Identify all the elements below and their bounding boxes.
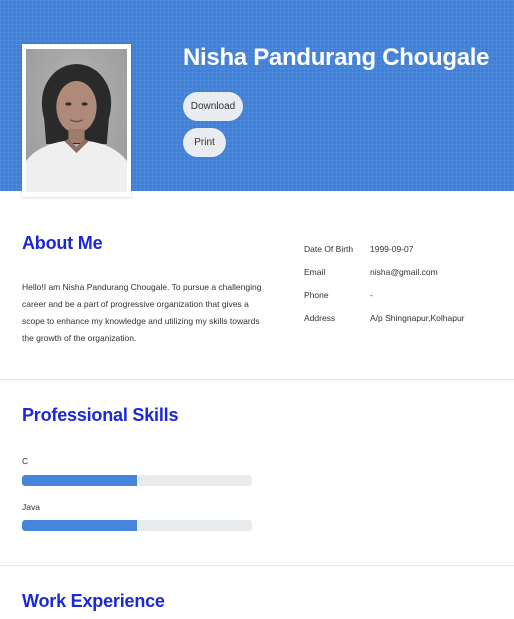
skill-bar-fill — [22, 520, 137, 531]
skill-bar — [22, 520, 252, 531]
section-divider — [0, 379, 514, 380]
info-value: - — [370, 290, 373, 300]
skill-bar-fill — [22, 475, 137, 486]
info-label: Address — [304, 313, 336, 323]
skill-name: C — [22, 456, 29, 466]
download-button[interactable]: Download — [183, 92, 243, 121]
info-value: nisha@gmail.com — [370, 267, 438, 277]
info-label: Email — [304, 267, 326, 277]
about-title: About Me — [22, 233, 103, 253]
info-row-email: Email nisha@gmail.com — [304, 267, 465, 290]
about-text: Hello!I am Nisha Pandurang Chougale. To … — [22, 282, 262, 343]
info-label: Date Of Birth — [304, 244, 354, 254]
skills-title: Professional Skills — [22, 405, 179, 425]
print-button[interactable]: Print — [183, 128, 226, 157]
profile-name: Nisha Pandurang Chougale — [183, 44, 490, 71]
profile-photo — [26, 49, 127, 192]
info-row-phone: Phone - — [304, 290, 465, 313]
profile-header: Nisha Pandurang Chougale Download Print — [0, 0, 514, 197]
skill-bar — [22, 475, 252, 486]
info-row-dob: Date Of Birth 1999-09-07 — [304, 244, 465, 267]
profile-photo-frame — [22, 44, 131, 197]
info-value: A/p Shingnapur,Kolhapur — [370, 313, 465, 323]
info-value: 1999-09-07 — [370, 244, 414, 254]
info-label: Phone — [304, 290, 329, 300]
info-row-address: Address A/p Shingnapur,Kolhapur — [304, 313, 465, 336]
skill-name: Java — [22, 502, 40, 512]
work-title: Work Experience — [22, 591, 165, 611]
section-divider — [0, 565, 514, 566]
person-portrait-icon — [26, 64, 127, 192]
personal-info-table: Date Of Birth 1999-09-07 Email nisha@gma… — [304, 244, 465, 336]
